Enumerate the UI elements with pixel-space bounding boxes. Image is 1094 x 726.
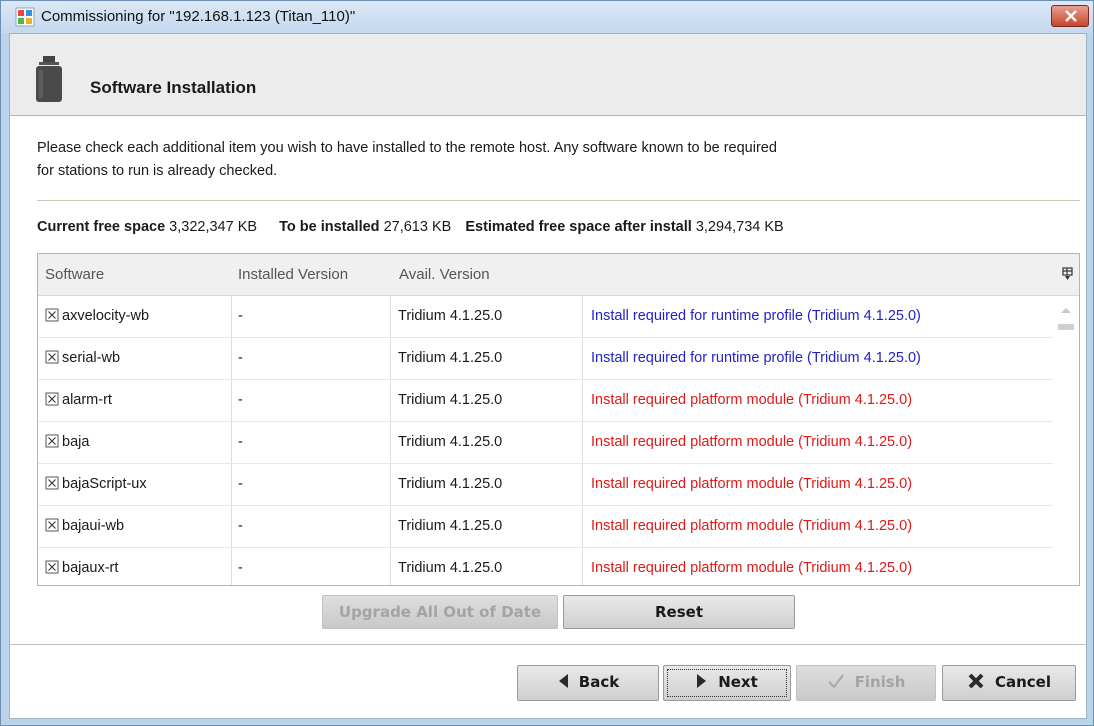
table-row[interactable]: axvelocity-wb - Tridium 4.1.25.0 Install re… xyxy=(38,296,1053,338)
table-row[interactable]: serial-wb - Tridium 4.1.25.0 Install requir… xyxy=(38,338,1053,380)
finish-button-label: Finish xyxy=(854,673,906,691)
checked-box-icon[interactable] xyxy=(45,350,59,364)
cell-install-note: Install required for runtime profile (Tr… xyxy=(591,308,921,324)
scroll-thumb[interactable] xyxy=(1058,324,1074,330)
upgrade-all-button[interactable]: Upgrade All Out of Date xyxy=(322,595,558,629)
page-title: Software Installation xyxy=(90,78,257,97)
vertical-scrollbar[interactable] xyxy=(1053,296,1079,585)
cell-installed-version: - xyxy=(232,422,391,463)
software-name: bajaui-wb xyxy=(62,518,125,534)
arrow-left-icon xyxy=(558,674,568,688)
instructions-line-2: for stations to run is already checked. xyxy=(37,163,278,179)
after-install-value: 3,294,734 KB xyxy=(695,219,784,235)
commissioning-window: Commissioning for "192.168.1.123 (Titan_… xyxy=(0,0,1094,726)
table-row[interactable]: alarm-rt - Tridium 4.1.25.0 Install require… xyxy=(38,380,1053,422)
cell-install-note: Install required platform module (Tridiu… xyxy=(591,560,913,576)
install-size-label: To be installed xyxy=(279,219,380,235)
close-icon xyxy=(1065,10,1077,22)
cell-install-note: Install required platform module (Tridiu… xyxy=(591,518,913,534)
after-install-label: Estimated free space after install xyxy=(465,219,692,235)
cell-software[interactable]: baja xyxy=(38,422,232,463)
space-summary: Current free space 3,322,347 KB To be in… xyxy=(37,219,784,235)
divider xyxy=(37,200,1080,201)
scroll-up-arrow-icon[interactable] xyxy=(1060,306,1072,314)
cell-available-version: Tridium 4.1.25.0 xyxy=(391,464,583,505)
instructions-text: Please check each additional item you wi… xyxy=(37,137,1037,183)
footer-divider xyxy=(10,644,1086,645)
checked-box-icon[interactable] xyxy=(45,434,59,448)
finish-button[interactable]: Finish xyxy=(796,665,936,701)
cell-software[interactable]: bajaScript-ux xyxy=(38,464,232,505)
checked-box-icon[interactable] xyxy=(45,518,59,532)
software-table: Software Installed Version Avail. Versio… xyxy=(37,253,1080,586)
software-package-icon xyxy=(36,56,62,102)
cell-software[interactable]: axvelocity-wb xyxy=(38,296,232,337)
back-button[interactable]: Back xyxy=(517,665,659,701)
cancel-button-label: Cancel xyxy=(994,673,1051,691)
software-name: baja xyxy=(62,434,90,450)
checked-box-icon[interactable] xyxy=(45,392,59,406)
cell-install-note: Install required platform module (Tridiu… xyxy=(591,476,913,492)
checked-box-icon[interactable] xyxy=(45,560,59,574)
install-size-value: 27,613 KB xyxy=(383,219,452,235)
software-name: serial-wb xyxy=(62,350,121,366)
cell-software[interactable]: bajaux-rt xyxy=(38,548,232,585)
checked-box-icon[interactable] xyxy=(45,476,59,490)
cell-installed-version: - xyxy=(232,380,391,421)
instructions-line-1: Please check each additional item you wi… xyxy=(37,140,777,156)
reset-button[interactable]: Reset xyxy=(563,595,795,629)
cell-available-version: Tridium 4.1.25.0 xyxy=(391,338,583,379)
title-bar[interactable]: Commissioning for "192.168.1.123 (Titan_… xyxy=(1,1,1093,33)
window-title: Commissioning for "192.168.1.123 (Titan_… xyxy=(41,8,356,25)
software-name: bajaux-rt xyxy=(62,560,119,576)
back-button-label: Back xyxy=(578,673,620,691)
software-name: alarm-rt xyxy=(62,392,112,408)
column-chooser-icon[interactable] xyxy=(1062,267,1074,281)
wizard-header: Software Installation xyxy=(10,34,1086,116)
cell-installed-version: - xyxy=(232,296,391,337)
cell-available-version: Tridium 4.1.25.0 xyxy=(391,296,583,337)
current-space-value: 3,322,347 KB xyxy=(169,219,258,235)
cell-installed-version: - xyxy=(232,506,391,547)
cell-available-version: Tridium 4.1.25.0 xyxy=(391,548,583,585)
software-name: bajaScript-ux xyxy=(62,476,147,492)
column-header-software[interactable]: Software xyxy=(45,266,104,283)
checked-box-icon[interactable] xyxy=(45,308,59,322)
table-row[interactable]: bajaui-wb - Tridium 4.1.25.0 Install requir… xyxy=(38,506,1053,548)
close-button[interactable] xyxy=(1051,5,1089,27)
table-header: Software Installed Version Avail. Versio… xyxy=(38,254,1079,296)
cell-install-note: Install required for runtime profile (Tr… xyxy=(591,350,921,366)
cell-software[interactable]: bajaui-wb xyxy=(38,506,232,547)
focus-ring xyxy=(667,669,787,697)
software-name: axvelocity-wb xyxy=(62,308,150,324)
table-row[interactable]: bajaux-rt - Tridium 4.1.25.0 Install requir… xyxy=(38,548,1053,585)
cell-installed-version: - xyxy=(232,338,391,379)
table-body: axvelocity-wb - Tridium 4.1.25.0 Install re… xyxy=(38,296,1053,585)
cell-available-version: Tridium 4.1.25.0 xyxy=(391,506,583,547)
table-row[interactable]: baja - Tridium 4.1.25.0 Install required pl… xyxy=(38,422,1053,464)
dialog-client-area: Software Installation Please check each … xyxy=(9,33,1087,719)
niagara-app-icon xyxy=(15,7,35,27)
cell-software[interactable]: alarm-rt xyxy=(38,380,232,421)
cell-installed-version: - xyxy=(232,464,391,505)
cancel-button[interactable]: Cancel xyxy=(942,665,1076,701)
cell-installed-version: - xyxy=(232,548,391,585)
next-button[interactable]: Next xyxy=(663,665,791,701)
cell-available-version: Tridium 4.1.25.0 xyxy=(391,422,583,463)
table-row[interactable]: bajaScript-ux - Tridium 4.1.25.0 Install re… xyxy=(38,464,1053,506)
checkmark-icon xyxy=(827,674,844,689)
current-space-label: Current free space xyxy=(37,219,166,235)
cell-install-note: Install required platform module (Tridiu… xyxy=(591,434,913,450)
cell-install-note: Install required platform module (Tridiu… xyxy=(591,392,913,408)
column-header-installed[interactable]: Installed Version xyxy=(238,266,348,283)
x-icon xyxy=(968,673,984,689)
cell-available-version: Tridium 4.1.25.0 xyxy=(391,380,583,421)
column-header-available[interactable]: Avail. Version xyxy=(399,266,490,283)
cell-software[interactable]: serial-wb xyxy=(38,338,232,379)
